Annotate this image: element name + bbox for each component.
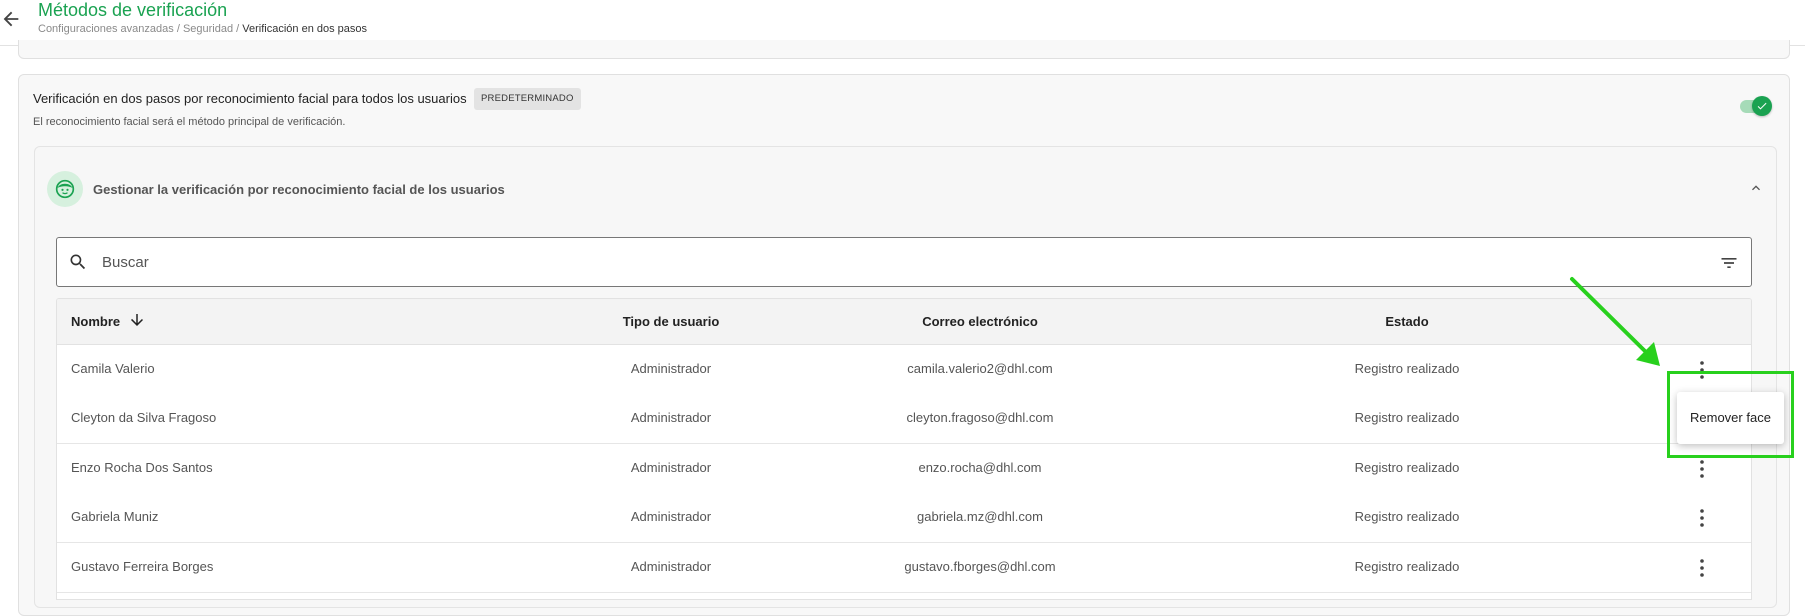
section-title: Verificación en dos pasos por reconocimi… xyxy=(33,91,467,106)
search-icon xyxy=(68,252,88,277)
cell-status: Registro realizado xyxy=(1354,410,1460,425)
breadcrumb-current: Verificación en dos pasos xyxy=(242,23,368,35)
more-vert-icon[interactable] xyxy=(1690,506,1714,530)
cell-status: Registro realizado xyxy=(1354,361,1460,376)
cell-user-type: Administrador xyxy=(630,460,712,475)
column-header-email: Correo electrónico xyxy=(922,314,1038,329)
page-title: Métodos de verificación xyxy=(38,0,228,20)
annotation-arrow-icon xyxy=(1570,277,1660,366)
column-header-name[interactable]: Nombre xyxy=(71,314,120,329)
table-row: Gabriela Muniz Administrador gabriela.mz… xyxy=(57,493,1751,543)
face-icon xyxy=(47,171,83,207)
previous-card-edge xyxy=(18,40,1790,59)
more-vert-icon[interactable] xyxy=(1690,457,1714,481)
arrow-down-sort-icon[interactable] xyxy=(128,311,146,334)
cell-name: Camila Valerio xyxy=(71,361,155,376)
cell-name: Gabriela Muniz xyxy=(71,509,159,524)
annotation-highlight-box xyxy=(1667,371,1794,458)
table-row: Enzo Rocha Dos Santos Administrador enzo… xyxy=(57,444,1751,494)
search-input[interactable] xyxy=(100,248,1704,276)
cell-name: Enzo Rocha Dos Santos xyxy=(71,460,213,475)
table-row: Gustavo Ferreira Borges Administrador gu… xyxy=(57,543,1751,593)
cell-user-type: Administrador xyxy=(630,410,712,425)
more-vert-icon[interactable] xyxy=(1690,556,1714,580)
toggle-knob xyxy=(1752,96,1772,116)
cell-user-type: Administrador xyxy=(630,509,712,524)
back-arrow-icon[interactable] xyxy=(0,8,22,30)
manage-users-title: Gestionar la verificación por reconocimi… xyxy=(93,182,505,197)
cell-email: camila.valerio2@dhl.com xyxy=(907,361,1053,376)
cell-status: Registro realizado xyxy=(1354,559,1460,574)
section-subtitle: El reconocimiento facial será el método … xyxy=(33,116,346,128)
cell-status: Registro realizado xyxy=(1354,460,1460,475)
breadcrumb-item-security[interactable]: Seguridad xyxy=(183,23,233,35)
filter-icon[interactable] xyxy=(1719,253,1739,278)
breadcrumb: Configuraciones avanzadas / Seguridad / … xyxy=(38,23,367,35)
cell-email: cleyton.fragoso@dhl.com xyxy=(906,410,1054,425)
cell-user-type: Administrador xyxy=(630,361,712,376)
column-header-status: Estado xyxy=(1385,314,1429,329)
cell-email: gustavo.fborges@dhl.com xyxy=(904,559,1056,574)
breadcrumb-separator: / xyxy=(233,23,243,35)
check-icon xyxy=(1757,102,1767,110)
table-row: Camila Valerio Administrador camila.vale… xyxy=(57,345,1751,395)
cell-user-type: Administrador xyxy=(630,559,712,574)
chevron-up-icon[interactable] xyxy=(1748,180,1764,196)
facial-verification-toggle[interactable] xyxy=(1738,96,1772,116)
table-header: Nombre Tipo de usuario Correo electrónic… xyxy=(57,299,1751,345)
cell-status: Registro realizado xyxy=(1354,509,1460,524)
cell-name: Cleyton da Silva Fragoso xyxy=(71,410,217,425)
cell-name: Gustavo Ferreira Borges xyxy=(71,559,214,574)
cell-email: gabriela.mz@dhl.com xyxy=(917,509,1043,524)
column-header-user-type: Tipo de usuario xyxy=(622,314,720,329)
default-badge: PREDETERMINADO xyxy=(474,88,581,110)
cell-email: enzo.rocha@dhl.com xyxy=(918,460,1042,475)
breadcrumb-item-advanced-settings[interactable]: Configuraciones avanzadas xyxy=(38,23,174,35)
table-row: Cleyton da Silva Fragoso Administrador c… xyxy=(57,394,1751,444)
breadcrumb-separator: / xyxy=(173,23,183,35)
users-table: Nombre Tipo de usuario Correo electrónic… xyxy=(56,298,1752,600)
